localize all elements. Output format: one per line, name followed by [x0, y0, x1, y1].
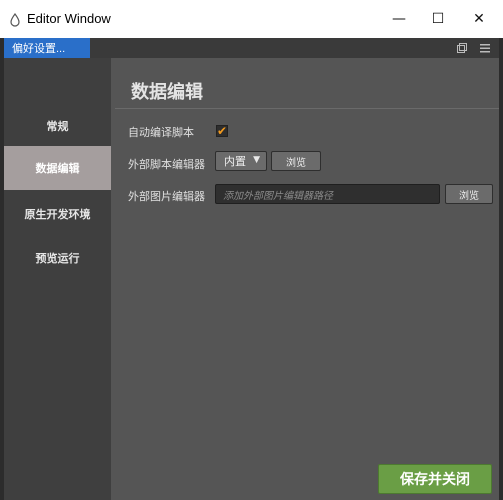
- script-editor-select[interactable]: 内置 ▼: [215, 151, 267, 171]
- checkmark-icon: ✔: [216, 124, 228, 138]
- maximize-icon: ☐: [431, 11, 445, 27]
- maximize-button[interactable]: ☐: [415, 0, 461, 38]
- app-icon: [10, 13, 20, 27]
- sidebar-item-data-editing[interactable]: 数据编辑: [4, 146, 111, 190]
- popout-icon[interactable]: [456, 42, 468, 54]
- browse-image-button[interactable]: 浏览: [445, 184, 493, 204]
- menu-icon[interactable]: [479, 42, 491, 54]
- sidebar-item-general[interactable]: 常规: [4, 104, 111, 148]
- minimize-icon: —: [392, 11, 406, 27]
- script-editor-label: 外部脚本编辑器: [128, 158, 205, 171]
- sidebar-item-native-env[interactable]: 原生开发环境: [4, 192, 111, 236]
- title-divider: [115, 108, 499, 109]
- tab-preferences[interactable]: 偏好设置...: [4, 38, 90, 58]
- chevron-down-icon: ▼: [253, 155, 260, 165]
- window-border-right: [499, 38, 503, 500]
- auto-compile-label: 自动编译脚本: [128, 126, 194, 139]
- preferences-panel: 常规 数据编辑 原生开发环境 预览运行 数据编辑 自动编译脚本 ✔ 外部脚本编辑…: [4, 58, 499, 500]
- save-and-close-button[interactable]: 保存并关闭: [378, 464, 492, 494]
- page-title: 数据编辑: [131, 82, 203, 103]
- window-title: Editor Window: [27, 11, 111, 26]
- sidebar: 常规 数据编辑 原生开发环境 预览运行: [4, 58, 111, 500]
- window-titlebar: Editor Window — ☐ ✕: [0, 0, 503, 38]
- panel-tabbar: 偏好设置...: [4, 38, 499, 58]
- script-editor-value: 内置: [224, 155, 246, 168]
- auto-compile-checkbox[interactable]: ✔: [216, 125, 228, 137]
- image-editor-path-input[interactable]: 添加外部图片编辑器路径: [215, 184, 440, 204]
- image-editor-label: 外部图片编辑器: [128, 190, 205, 203]
- close-icon: ✕: [473, 11, 485, 27]
- sidebar-item-preview-run[interactable]: 预览运行: [4, 236, 111, 280]
- close-button[interactable]: ✕: [456, 0, 502, 38]
- browse-script-button[interactable]: 浏览: [271, 151, 321, 171]
